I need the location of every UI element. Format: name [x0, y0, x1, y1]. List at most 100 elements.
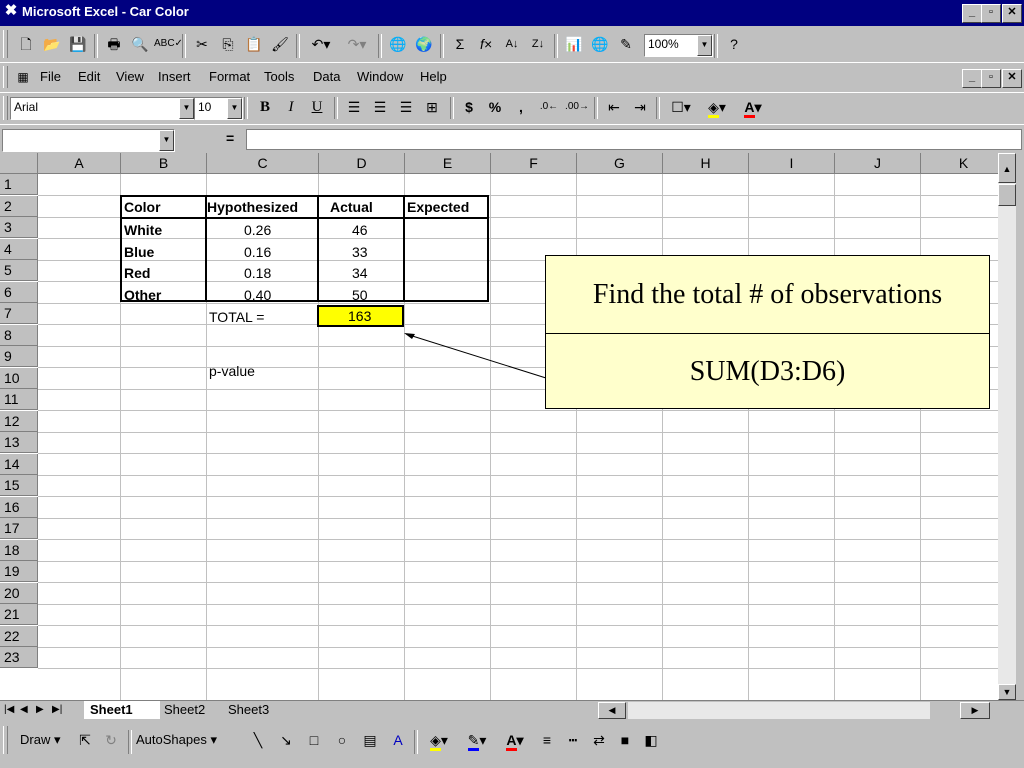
- font-color-icon[interactable]: A▾: [498, 728, 532, 752]
- copy-icon[interactable]: ⎘: [216, 32, 240, 56]
- font-select[interactable]: Arial ▼: [10, 97, 195, 120]
- minimize-button[interactable]: _: [962, 4, 982, 23]
- oval-icon[interactable]: ○: [330, 728, 354, 752]
- toolbar-grip[interactable]: [3, 726, 8, 754]
- borders-icon[interactable]: ☐▾: [664, 95, 698, 119]
- sort-ascending-icon[interactable]: A↓: [500, 32, 524, 56]
- scroll-thumb[interactable]: [998, 184, 1016, 206]
- decrease-decimal-icon[interactable]: .00→: [564, 95, 590, 119]
- font-size-select[interactable]: 10 ▼: [194, 97, 243, 120]
- doc-minimize-button[interactable]: _: [962, 69, 982, 88]
- redo-icon[interactable]: ↷▾: [340, 32, 374, 56]
- comma-button[interactable]: ,: [510, 95, 532, 119]
- web-toolbar-icon[interactable]: 🌍: [412, 32, 436, 56]
- format-painter-icon[interactable]: 🖌: [268, 32, 292, 56]
- increase-decimal-icon[interactable]: .0←: [536, 95, 562, 119]
- align-right-icon[interactable]: ☰: [394, 95, 418, 119]
- autosum-icon[interactable]: Σ: [448, 32, 472, 56]
- fill-color-icon[interactable]: ◈▾: [700, 95, 734, 119]
- fill-color-icon[interactable]: ◈▾: [422, 728, 456, 752]
- hyperlink-icon[interactable]: 🌐: [386, 32, 410, 56]
- equals-button[interactable]: =: [226, 130, 234, 146]
- menu-window[interactable]: Window: [357, 69, 403, 84]
- text-box-icon[interactable]: ▤: [358, 728, 382, 752]
- currency-button[interactable]: $: [458, 95, 480, 119]
- doc-close-button[interactable]: ✕: [1002, 69, 1022, 88]
- horizontal-scroll-track[interactable]: [628, 702, 930, 719]
- tab-sheet3[interactable]: Sheet3: [224, 701, 286, 719]
- free-rotate-icon[interactable]: ↻: [100, 728, 122, 752]
- chevron-down-icon[interactable]: ▼: [179, 98, 194, 119]
- excel-icon[interactable]: ✖: [3, 3, 19, 19]
- zoom-select[interactable]: 100% ▼: [644, 34, 713, 57]
- paste-function-icon[interactable]: f×: [474, 32, 498, 56]
- new-icon[interactable]: 🗋: [14, 32, 38, 56]
- arrow-icon[interactable]: ↘: [274, 728, 298, 752]
- name-box[interactable]: ▼: [2, 129, 175, 152]
- paste-icon[interactable]: 📋: [242, 32, 266, 56]
- scroll-left-icon[interactable]: ◀: [598, 702, 626, 719]
- open-icon[interactable]: 📂: [40, 32, 64, 56]
- drawing-icon[interactable]: ✎: [614, 32, 638, 56]
- menu-format[interactable]: Format: [209, 69, 250, 84]
- scroll-down-icon[interactable]: ▼: [998, 684, 1016, 700]
- line-icon[interactable]: ╲: [246, 728, 270, 752]
- map-icon[interactable]: 🌐: [588, 32, 612, 56]
- underline-button[interactable]: U: [306, 95, 328, 119]
- first-sheet-icon[interactable]: |◀: [4, 701, 16, 719]
- bold-button[interactable]: B: [254, 95, 276, 119]
- align-left-icon[interactable]: ☰: [342, 95, 366, 119]
- dash-style-icon[interactable]: ┅: [562, 728, 584, 752]
- menu-view[interactable]: View: [116, 69, 144, 84]
- select-objects-icon[interactable]: ⇱: [74, 728, 96, 752]
- menu-edit[interactable]: Edit: [78, 69, 100, 84]
- worksheet-grid[interactable]: ABCDEFGHIJK 1 2 3 4 5 6 7 8 9 10 11 12 13 14 15 16 17 18 1…: [0, 153, 998, 700]
- print-icon[interactable]: 🖶: [102, 32, 126, 56]
- vertical-scrollbar[interactable]: ▲ ▼: [998, 153, 1016, 700]
- scroll-up-icon[interactable]: ▲: [998, 153, 1016, 183]
- formula-input[interactable]: [246, 129, 1022, 150]
- 3d-icon[interactable]: ◧: [640, 728, 662, 752]
- menu-help[interactable]: Help: [420, 69, 447, 84]
- menu-insert[interactable]: Insert: [158, 69, 191, 84]
- merge-center-icon[interactable]: ⊞: [420, 95, 444, 119]
- toolbar-grip[interactable]: [3, 30, 8, 58]
- align-center-icon[interactable]: ☰: [368, 95, 392, 119]
- cut-icon[interactable]: ✂: [190, 32, 214, 56]
- increase-indent-icon[interactable]: ⇥: [628, 95, 652, 119]
- chevron-down-icon[interactable]: ▼: [159, 130, 174, 151]
- italic-button[interactable]: I: [280, 95, 302, 119]
- toolbar-grip[interactable]: [3, 96, 8, 120]
- line-style-icon[interactable]: ≡: [536, 728, 558, 752]
- scroll-right-icon[interactable]: ▶: [960, 702, 990, 719]
- doc-restore-button[interactable]: ▫: [981, 69, 1001, 88]
- chart-wizard-icon[interactable]: 📊: [562, 32, 586, 56]
- print-preview-icon[interactable]: 🔍: [128, 32, 152, 56]
- percent-button[interactable]: %: [484, 95, 506, 119]
- menu-tools[interactable]: Tools: [264, 69, 294, 84]
- shadow-icon[interactable]: ■: [614, 728, 636, 752]
- next-sheet-icon[interactable]: ▶: [36, 701, 48, 719]
- spelling-icon[interactable]: ABC✓: [154, 32, 183, 56]
- wordart-icon[interactable]: A: [386, 728, 410, 752]
- line-color-icon[interactable]: ✎▾: [460, 728, 494, 752]
- help-icon[interactable]: ?: [722, 32, 746, 56]
- decrease-indent-icon[interactable]: ⇤: [602, 95, 626, 119]
- last-sheet-icon[interactable]: ▶|: [52, 701, 66, 719]
- font-color-icon[interactable]: A▾: [736, 95, 770, 119]
- chevron-down-icon[interactable]: ▼: [697, 35, 712, 56]
- sort-descending-icon[interactable]: Z↓: [526, 32, 550, 56]
- autoshapes-menu[interactable]: AutoShapes ▾: [136, 732, 217, 748]
- tab-sheet2[interactable]: Sheet2: [160, 701, 222, 719]
- chevron-down-icon[interactable]: ▼: [227, 98, 242, 119]
- save-icon[interactable]: 💾: [66, 32, 90, 56]
- prev-sheet-icon[interactable]: ◀: [20, 701, 32, 719]
- rectangle-icon[interactable]: □: [302, 728, 326, 752]
- workbook-icon[interactable]: ▦: [12, 65, 34, 89]
- menu-data[interactable]: Data: [313, 69, 340, 84]
- close-button[interactable]: ✕: [1002, 4, 1022, 23]
- arrow-style-icon[interactable]: ⇄: [588, 728, 610, 752]
- menu-file[interactable]: File: [40, 69, 61, 84]
- draw-menu[interactable]: Draw ▾: [20, 732, 60, 748]
- restore-button[interactable]: ▫: [981, 4, 1001, 23]
